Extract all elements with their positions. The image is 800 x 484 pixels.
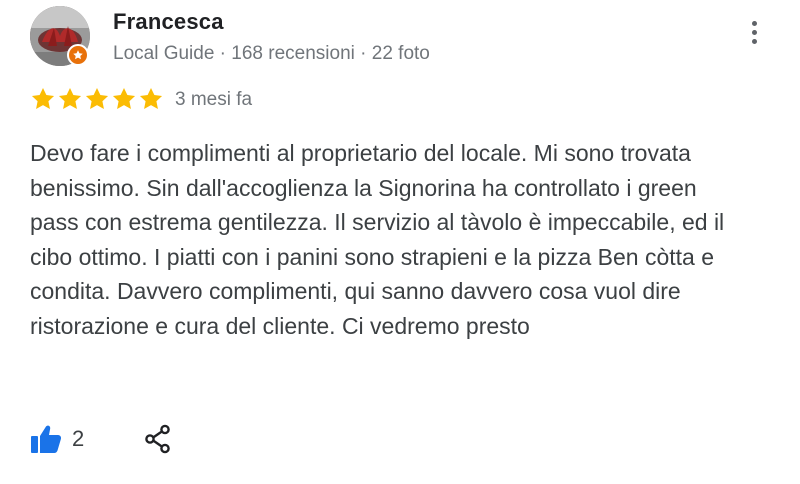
share-button[interactable]	[144, 424, 172, 454]
more-vert-icon-dot	[751, 38, 757, 44]
like-button[interactable]: 2	[30, 424, 84, 454]
author-meta: Local Guide · 168 recensioni · 22 foto	[113, 43, 430, 64]
like-count: 2	[72, 426, 85, 451]
review-text: Devo fare i complimenti al proprietario …	[30, 140, 725, 339]
star-icon	[31, 87, 55, 109]
author-name[interactable]: Francesca	[113, 9, 224, 35]
star-icon	[139, 87, 163, 109]
review-card: Francesca Local Guide · 168 recensioni ·…	[0, 0, 800, 484]
local-guide-star-icon	[73, 50, 83, 60]
thumbs-up-icon	[31, 425, 62, 453]
more-vert-icon-dot	[751, 29, 757, 35]
star-icon	[85, 87, 109, 109]
star-icon	[58, 87, 82, 109]
star-rating	[30, 86, 164, 112]
share-icon	[145, 424, 170, 454]
more-vert-icon-dot	[751, 20, 757, 26]
more-options-button[interactable]	[742, 14, 766, 50]
review-date: 3 mesi fa	[175, 89, 253, 110]
local-guide-badge	[67, 44, 89, 66]
star-icon	[112, 87, 136, 109]
